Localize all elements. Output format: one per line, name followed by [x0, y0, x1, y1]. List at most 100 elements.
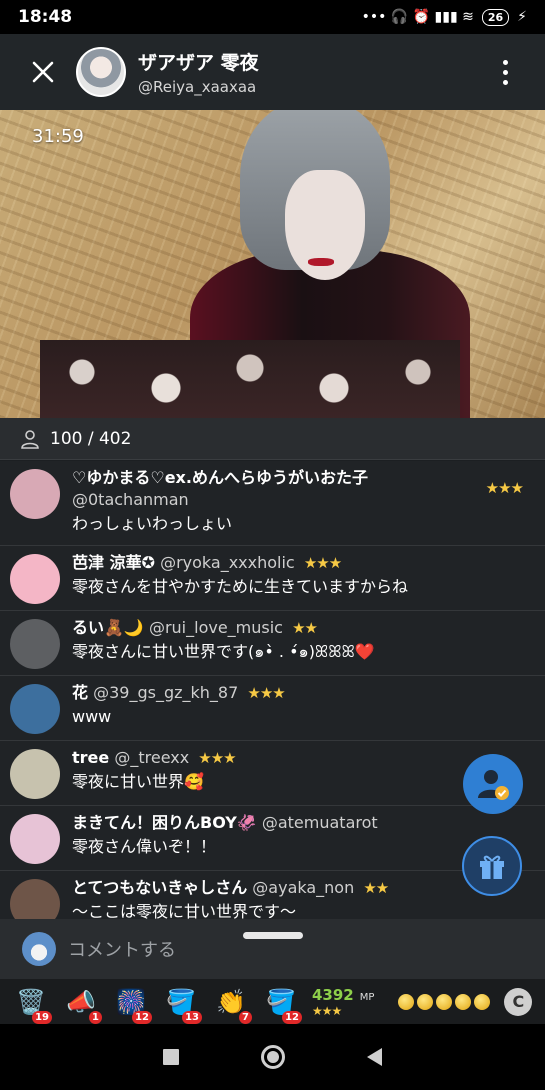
comment-input[interactable]: コメントする	[68, 936, 176, 962]
chat-text: www	[72, 707, 112, 726]
mp-stars-icon: ★★★	[312, 1004, 342, 1018]
coin-icon	[398, 993, 415, 1010]
mp-row: 4392 MP	[312, 985, 374, 1004]
chat-message-body: 芭津 涼華✪ @ryoka_xxxholic ★★★ 零夜さんを甘やかすために生…	[72, 552, 545, 610]
my-avatar	[22, 932, 56, 966]
chat-message[interactable]: るい🧸🌙 @rui_love_music ★★ 零夜さんに甘い世界です(๑•̀ …	[0, 611, 545, 676]
coin-icon	[417, 993, 434, 1010]
gift-count-badge: 12	[282, 1010, 302, 1024]
streamer-info[interactable]: ザアザア 零夜 @Reiya_xaaxaa	[138, 48, 259, 96]
chat-message[interactable]: とてつもないきゃしさん @ayaka_non ★★ 〜ここは零夜に甘い世界です〜	[0, 871, 545, 919]
coin-gauge	[398, 993, 491, 1010]
coin-icon	[436, 993, 453, 1010]
chat-text: 零夜さんに甘い世界です(๑•̀ . •́๑)ꕤꕤꕤ❤️	[72, 642, 375, 661]
chat-message[interactable]: ♡ゆかまる♡ex.めんへらゆうがいおた子 @0tachanman わっしょいわっ…	[0, 461, 545, 546]
mp-unit: MP	[359, 992, 375, 1003]
chat-text: わっしょいわっしょい	[72, 514, 233, 533]
chat-message[interactable]: tree @_treexx ★★★ 零夜に甘い世界🥰	[0, 741, 545, 806]
status-bar: 18:48 ••• 🎧 ⏰ ▮▮▮ ≋ 26 ⚡	[0, 0, 545, 34]
gift-button[interactable]	[462, 836, 522, 896]
follow-button[interactable]	[463, 754, 523, 814]
gift-item[interactable]: 📣 1	[56, 980, 106, 1024]
chat-message-body: 花 @39_gs_gz_kh_87 ★★★ www	[72, 682, 545, 740]
gift-item[interactable]: 🪣 13	[156, 980, 206, 1024]
chat-handle: @_treexx	[114, 748, 190, 767]
rank-stars-icon: ★★★	[303, 554, 342, 572]
gift-bar[interactable]: 🗑️ 19 📣 1 🎆 12 🪣 13 👏 7 🪣 12 4392 MP ★★★ …	[0, 979, 545, 1024]
stream-timer: 31:59	[32, 126, 84, 147]
coin-icon	[455, 993, 472, 1010]
gift-count-badge: 1	[89, 1010, 102, 1024]
status-time: 18:48	[18, 7, 73, 27]
gift-item[interactable]: 👏 7	[206, 980, 256, 1024]
gift-item[interactable]: 🗑️ 19	[6, 980, 56, 1024]
chat-username: とてつもないきゃしさん	[72, 878, 248, 897]
chat-avatar[interactable]	[10, 814, 60, 864]
streamer-name: ザアザア 零夜	[138, 52, 259, 74]
battery-icon: 26	[481, 8, 510, 26]
chat-text: 〜ここは零夜に甘い世界です〜	[72, 902, 297, 919]
chat-handle: @ayaka_non	[252, 878, 355, 897]
chat-handle: @atemuatarot	[261, 813, 378, 832]
gift-count-badge: 19	[32, 1010, 52, 1024]
close-icon	[32, 61, 54, 83]
dot-icon	[502, 69, 508, 75]
chat-avatar[interactable]	[10, 469, 60, 519]
chat-avatar[interactable]	[10, 749, 60, 799]
chat-text: 零夜さんを甘やかすために生きていますからね	[72, 577, 409, 596]
chat-message[interactable]: 芭津 涼華✪ @ryoka_xxxholic ★★★ 零夜さんを甘やかすために生…	[0, 546, 545, 611]
chat-handle: @39_gs_gz_kh_87	[93, 683, 239, 702]
chat-avatar[interactable]	[10, 879, 60, 919]
chat-message[interactable]: 花 @39_gs_gz_kh_87 ★★★ www	[0, 676, 545, 741]
chat-username: ♡ゆかまる♡ex.めんへらゆうがいおた子	[72, 468, 368, 487]
mp-display: 4392 MP ★★★	[312, 985, 374, 1018]
gift-count-badge: 12	[132, 1010, 152, 1024]
chat-header: 芭津 涼華✪ @ryoka_xxxholic ★★★	[72, 552, 545, 574]
status-icons: ••• 🎧 ⏰ ▮▮▮ ≋ 26 ⚡	[362, 8, 527, 26]
chat-avatar[interactable]	[10, 619, 60, 669]
back-button[interactable]	[367, 1048, 382, 1066]
comment-bar[interactable]: コメントする	[0, 919, 545, 979]
video-lips	[308, 258, 334, 266]
chat-handle: @0tachanman	[72, 490, 189, 509]
rank-stars-icon: ★★★	[485, 479, 524, 497]
person-icon	[21, 429, 39, 449]
rank-stars-icon: ★★★	[198, 749, 236, 767]
rank-stars-icon: ★★	[363, 879, 389, 897]
coin-icon	[474, 993, 491, 1010]
chat-avatar[interactable]	[10, 554, 60, 604]
chat-username: 芭津 涼華✪	[72, 553, 155, 572]
chat-avatar[interactable]	[10, 684, 60, 734]
live-video[interactable]: 31:59	[0, 110, 545, 418]
streamer-handle: @Reiya_xaaxaa	[138, 78, 257, 96]
user-check-icon	[478, 770, 509, 800]
more-options-button[interactable]	[495, 52, 515, 92]
video-frills	[40, 340, 460, 418]
charging-icon: ⚡	[517, 9, 527, 25]
chat-header: るい🧸🌙 @rui_love_music ★★	[72, 617, 545, 639]
chat-username: るい🧸🌙	[72, 618, 144, 637]
dot-icon	[502, 79, 508, 85]
gift-count-badge: 13	[182, 1010, 202, 1024]
mp-value: 4392	[312, 986, 354, 1004]
navigation-bar	[0, 1024, 545, 1090]
viewer-count: 100 / 402	[50, 428, 132, 449]
dot-icon	[502, 59, 508, 65]
chat-list[interactable]: ♡ゆかまる♡ex.めんへらゆうがいおた子 @0tachanman わっしょいわっ…	[0, 461, 545, 919]
chat-handle: @rui_love_music	[148, 618, 283, 637]
recent-apps-button[interactable]	[163, 1049, 179, 1065]
gift-icon	[480, 855, 504, 879]
close-button[interactable]	[20, 49, 66, 95]
viewer-count-bar[interactable]: 100 / 402	[0, 418, 545, 460]
chat-handle: @ryoka_xxxholic	[160, 553, 295, 572]
rank-stars-icon: ★★★	[247, 684, 285, 702]
drag-handle[interactable]	[243, 932, 303, 939]
gift-item[interactable]: 🎆 12	[106, 980, 156, 1024]
home-button[interactable]	[261, 1045, 285, 1069]
chat-header: ♡ゆかまる♡ex.めんへらゆうがいおた子	[72, 467, 545, 489]
gift-item[interactable]: 🪣 12	[256, 980, 306, 1024]
rank-stars-icon: ★★	[292, 619, 318, 637]
chat-username: tree	[72, 748, 110, 767]
streamer-avatar[interactable]	[76, 47, 126, 97]
c-button[interactable]: C	[504, 987, 533, 1016]
